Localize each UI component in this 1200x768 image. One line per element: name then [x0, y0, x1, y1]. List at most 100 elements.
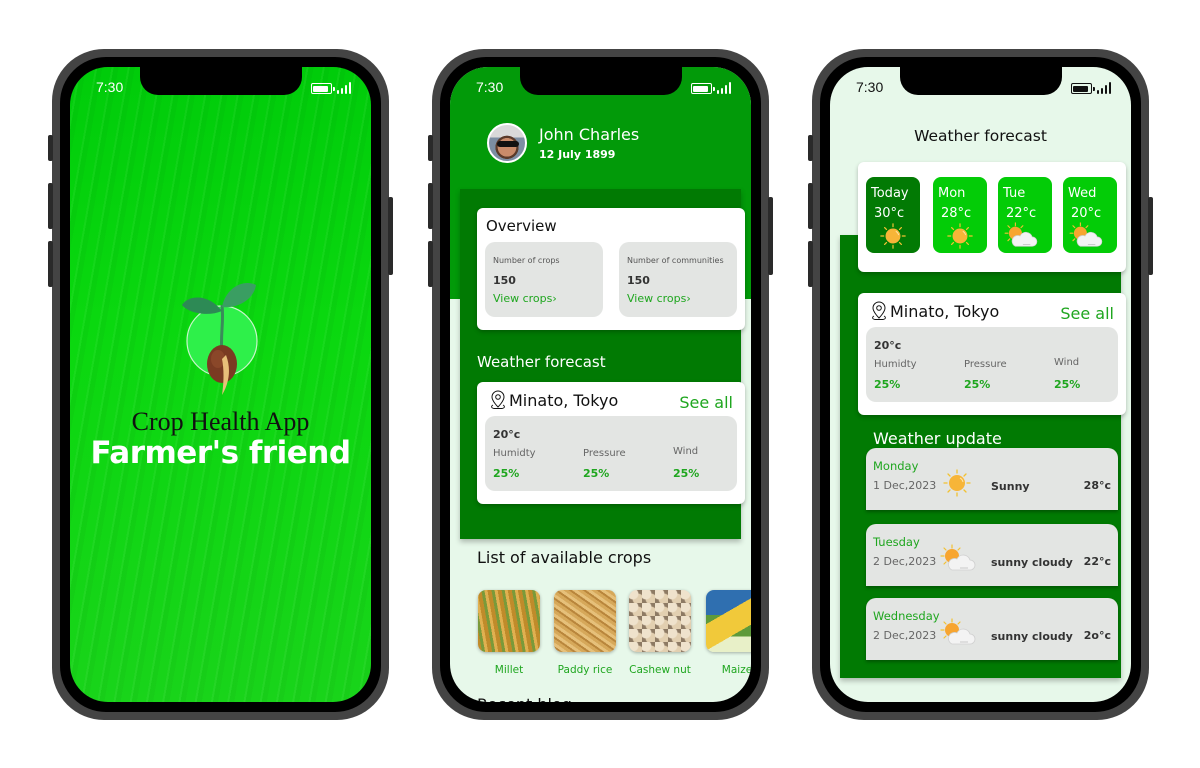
update-condition: sunny cloudy [991, 630, 1073, 643]
current-temperature: 20°c [874, 339, 902, 352]
user-avatar[interactable] [487, 123, 527, 163]
day-temp: 30°c [874, 206, 905, 221]
pressure-value: 25% [964, 378, 991, 391]
weather-forecast-heading: Weather forecast [477, 353, 606, 371]
wind-value: 25% [673, 467, 700, 480]
day-label: Today [871, 186, 909, 201]
battery-icon [310, 83, 335, 94]
day-temp: 22°c [1006, 206, 1037, 221]
stat-label: Number of crops [493, 256, 560, 265]
weather-details-panel: 20°c Humidty Pressure Wind 25% 25% 25% [866, 327, 1118, 402]
view-crops-link[interactable]: View crops› [493, 292, 557, 305]
sun-icon [878, 222, 908, 250]
wind-label: Wind [673, 446, 699, 457]
crop-item-millet[interactable]: Millet [478, 590, 540, 676]
location-pin-icon [871, 301, 887, 321]
phone-splash-screen: 7:30 Crop Health App Farmer's friend [48, 49, 393, 720]
stat-card-crops: Number of crops 150 View crops› [485, 242, 603, 317]
volume-up-button [48, 183, 53, 229]
app-title: Farmer's friend [90, 435, 351, 471]
sun-icon [945, 222, 975, 250]
crop-name: Cashew nut [629, 664, 691, 676]
volume-up-button [808, 183, 813, 229]
update-date: 2 Dec,2023 [873, 555, 937, 568]
home-screen: 7:30 John Charles 12 July 1899 Overview … [450, 67, 751, 702]
update-condition: Sunny [991, 480, 1030, 493]
partly-cloudy-icon [940, 544, 976, 574]
humidity-label: Humidty [874, 359, 917, 370]
millet-image [478, 590, 540, 652]
volume-up-button [428, 183, 433, 229]
crop-name: Maize [721, 664, 751, 676]
daily-forecast-card: Today 30°c Mon 28°c Tue 22°c Wed 20°c [858, 162, 1126, 272]
humidity-value: 25% [874, 378, 901, 391]
stat-card-communities: Number of communities 150 View crops› [619, 242, 737, 317]
view-communities-link[interactable]: View crops› [627, 292, 691, 305]
pressure-label: Pressure [583, 448, 626, 459]
stat-label: Number of communities [627, 256, 724, 265]
stat-value: 150 [493, 274, 516, 287]
volume-down-button [48, 241, 53, 287]
status-time: 7:30 [476, 79, 504, 95]
current-temperature: 20°c [493, 428, 521, 441]
signal-icon [716, 82, 731, 94]
crop-item-cashew-nut[interactable]: Cashew nut [629, 590, 691, 676]
splash-screen: 7:30 Crop Health App Farmer's friend [70, 67, 371, 702]
day-tile-wed[interactable]: Wed 20°c [1063, 177, 1117, 253]
weather-update-row[interactable]: Tuesday 2 Dec,2023 sunny cloudy 22°c [866, 524, 1118, 586]
overview-title: Overview [486, 217, 557, 235]
partly-cloudy-icon [940, 618, 976, 648]
day-tile-today[interactable]: Today 30°c [866, 177, 920, 253]
partly-cloudy-icon [1066, 222, 1106, 250]
volume-down-button [428, 241, 433, 287]
day-temp: 20°c [1071, 206, 1102, 221]
battery-icon [1070, 83, 1095, 94]
weather-screen: 7:30 Weather forecast Today 30°c Mon 28°… [830, 67, 1131, 702]
update-temperature: 22°c [1083, 555, 1111, 568]
weather-card: Minato, Tokyo See all 20°c Humidty Press… [477, 382, 745, 504]
day-label: Mon [938, 186, 966, 201]
mute-switch [428, 135, 433, 161]
sun-icon [942, 468, 972, 498]
power-button [388, 197, 393, 275]
notch [899, 67, 1062, 95]
power-button [1148, 197, 1153, 275]
seedling-logo-icon [182, 283, 258, 395]
see-all-link[interactable]: See all [1060, 304, 1114, 323]
signal-icon [336, 82, 351, 94]
wind-value: 25% [1054, 378, 1081, 391]
day-tile-tue[interactable]: Tue 22°c [998, 177, 1052, 253]
day-tile-mon[interactable]: Mon 28°c [933, 177, 987, 253]
update-condition: sunny cloudy [991, 556, 1073, 569]
humidity-value: 25% [493, 467, 520, 480]
notch [139, 67, 302, 95]
update-day: Tuesday [873, 535, 920, 549]
update-day: Wednesday [873, 609, 940, 623]
day-label: Tue [1003, 186, 1026, 201]
update-date: 2 Dec,2023 [873, 629, 937, 642]
day-temp: 28°c [941, 206, 972, 221]
weather-update-row[interactable]: Monday 1 Dec,2023 Sunny 28°c [866, 448, 1118, 510]
power-button [768, 197, 773, 275]
recent-blog-heading: Recent blog [477, 695, 572, 702]
crop-item-paddy-rice[interactable]: Paddy rice [554, 590, 616, 676]
update-day: Monday [873, 459, 919, 473]
weather-update-heading: Weather update [873, 429, 1002, 448]
location-weather-card: Minato, Tokyo See all 20°c Humidty Press… [858, 293, 1126, 415]
mute-switch [808, 135, 813, 161]
user-date: 12 July 1899 [539, 148, 616, 161]
partly-cloudy-icon [1001, 222, 1041, 250]
cashew-nut-image [629, 590, 691, 652]
crop-item-maize[interactable]: Maize [706, 590, 751, 676]
phone-weather-screen: 7:30 Weather forecast Today 30°c Mon 28°… [808, 49, 1153, 720]
status-time: 7:30 [96, 79, 124, 95]
weather-details-panel: 20°c Humidty Pressure Wind 25% 25% 25% [485, 416, 737, 491]
mute-switch [48, 135, 53, 161]
weather-update-row[interactable]: Wednesday 2 Dec,2023 sunny cloudy 2o°c [866, 598, 1118, 660]
update-temperature: 2o°c [1083, 629, 1111, 642]
pressure-label: Pressure [964, 359, 1007, 370]
maize-image [706, 590, 751, 652]
app-subtitle: Crop Health App [131, 407, 310, 436]
see-all-link[interactable]: See all [679, 393, 733, 412]
signal-icon [1096, 82, 1111, 94]
